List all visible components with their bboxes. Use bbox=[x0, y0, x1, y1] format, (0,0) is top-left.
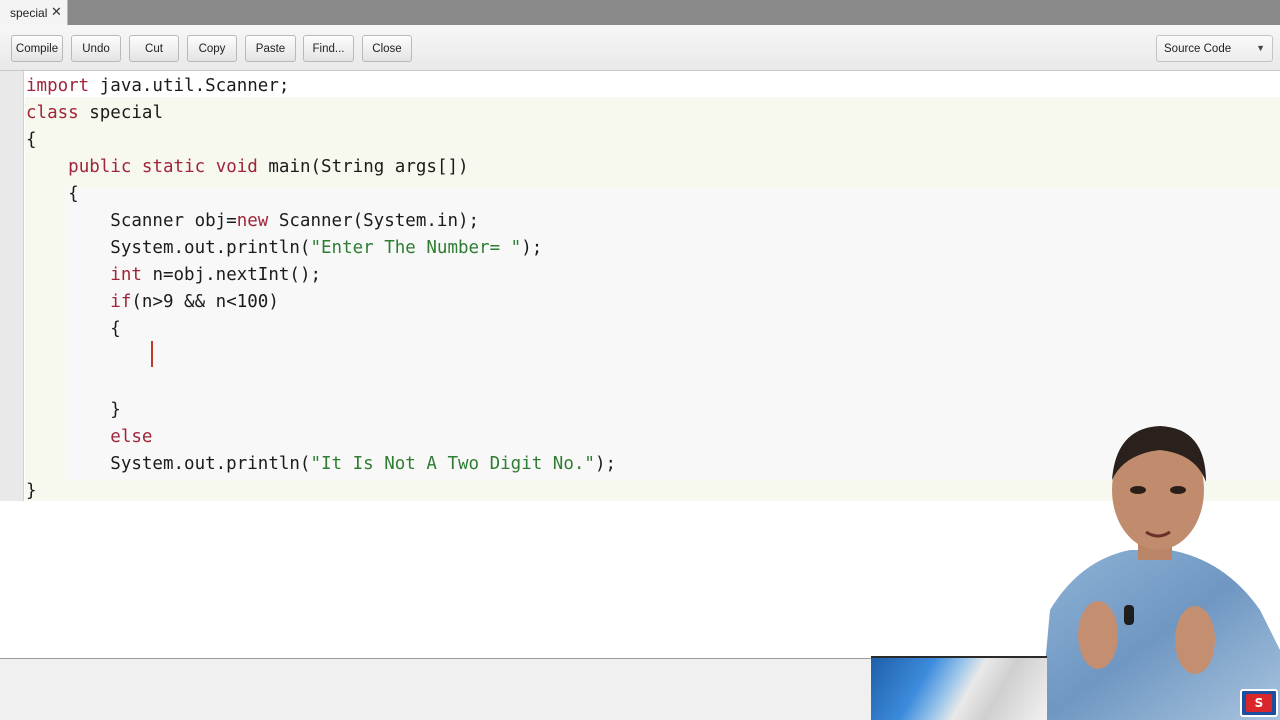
code-token: ); bbox=[594, 454, 617, 474]
paste-button[interactable]: Paste bbox=[245, 35, 296, 62]
tab-bar: special ✕ bbox=[0, 0, 1280, 25]
channel-logo: S bbox=[1240, 689, 1278, 717]
bluej-editor-window: special ✕ Compile Undo Cut Copy Paste Fi… bbox=[0, 0, 1280, 720]
desktop-wallpaper bbox=[871, 656, 1047, 720]
code-line[interactable]: { bbox=[26, 181, 79, 208]
code-keyword: public bbox=[68, 157, 132, 177]
code-line[interactable]: public static void main(String args[]) bbox=[26, 154, 469, 181]
code-line[interactable]: Scanner obj=new Scanner(System.in); bbox=[26, 208, 479, 235]
code-keyword: new bbox=[236, 211, 269, 231]
code-token: System.out.println( bbox=[26, 238, 311, 258]
code-token: special bbox=[78, 103, 163, 123]
code-line[interactable]: System.out.println("It Is Not A Two Digi… bbox=[26, 451, 616, 478]
copy-button[interactable]: Copy bbox=[187, 35, 237, 62]
line-gutter bbox=[0, 71, 24, 501]
code-string: "It Is Not A Two Digit No." bbox=[310, 454, 595, 474]
code-string: "Enter The Number= " bbox=[310, 238, 522, 258]
code-keyword: class bbox=[26, 103, 79, 123]
code-line[interactable]: else bbox=[26, 424, 152, 451]
code-line[interactable]: { bbox=[26, 127, 37, 154]
cut-button[interactable]: Cut bbox=[129, 35, 179, 62]
compile-button[interactable]: Compile bbox=[11, 35, 63, 62]
code-keyword: else bbox=[110, 427, 153, 447]
code-keyword: static bbox=[141, 157, 206, 177]
code-keyword: if bbox=[110, 292, 132, 312]
code-token: System.out.println( bbox=[26, 454, 311, 474]
text-caret bbox=[151, 341, 153, 367]
code-token: n=obj.nextInt(); bbox=[141, 265, 322, 285]
code-keyword: import bbox=[26, 76, 90, 96]
code-token: { bbox=[26, 319, 121, 339]
channel-logo-mark: S bbox=[1246, 694, 1272, 712]
code-token: } bbox=[26, 400, 121, 420]
code-token: { bbox=[26, 130, 37, 150]
find-button[interactable]: Find... bbox=[303, 35, 354, 62]
code-token: Scanner(System.in); bbox=[268, 211, 480, 231]
chevron-down-icon: ▼ bbox=[1256, 43, 1265, 53]
view-mode-value: Source Code bbox=[1164, 42, 1232, 55]
code-token: ); bbox=[521, 238, 543, 258]
code-line[interactable]: class special bbox=[26, 100, 163, 127]
code-line[interactable]: System.out.println("Enter The Number= ")… bbox=[26, 235, 542, 262]
tab-special[interactable]: special ✕ bbox=[0, 0, 68, 25]
undo-button[interactable]: Undo bbox=[71, 35, 121, 62]
code-token: java.util.Scanner; bbox=[89, 76, 290, 96]
view-mode-select[interactable]: Source Code ▼ bbox=[1156, 35, 1273, 62]
presenter-video-overlay bbox=[1040, 426, 1280, 720]
code-line[interactable]: import java.util.Scanner; bbox=[26, 73, 289, 100]
close-button[interactable]: Close bbox=[362, 35, 412, 62]
code-token: Scanner obj= bbox=[26, 211, 237, 231]
code-line[interactable]: if(n>9 && n<100) bbox=[26, 289, 279, 316]
close-icon[interactable]: ✕ bbox=[51, 5, 62, 19]
code-token: (n>9 && n<100) bbox=[131, 292, 279, 312]
code-token: { bbox=[26, 184, 79, 204]
code-token: main(String args[]) bbox=[257, 157, 469, 177]
code-line[interactable]: { bbox=[26, 316, 121, 343]
code-line[interactable]: int n=obj.nextInt(); bbox=[26, 262, 321, 289]
code-token: } bbox=[26, 481, 37, 501]
code-keyword: void bbox=[215, 157, 258, 177]
editor-toolbar: Compile Undo Cut Copy Paste Find... Clos… bbox=[0, 25, 1280, 71]
code-line[interactable]: } bbox=[26, 397, 121, 424]
tab-label: special bbox=[10, 5, 48, 20]
code-keyword: int bbox=[110, 265, 142, 285]
